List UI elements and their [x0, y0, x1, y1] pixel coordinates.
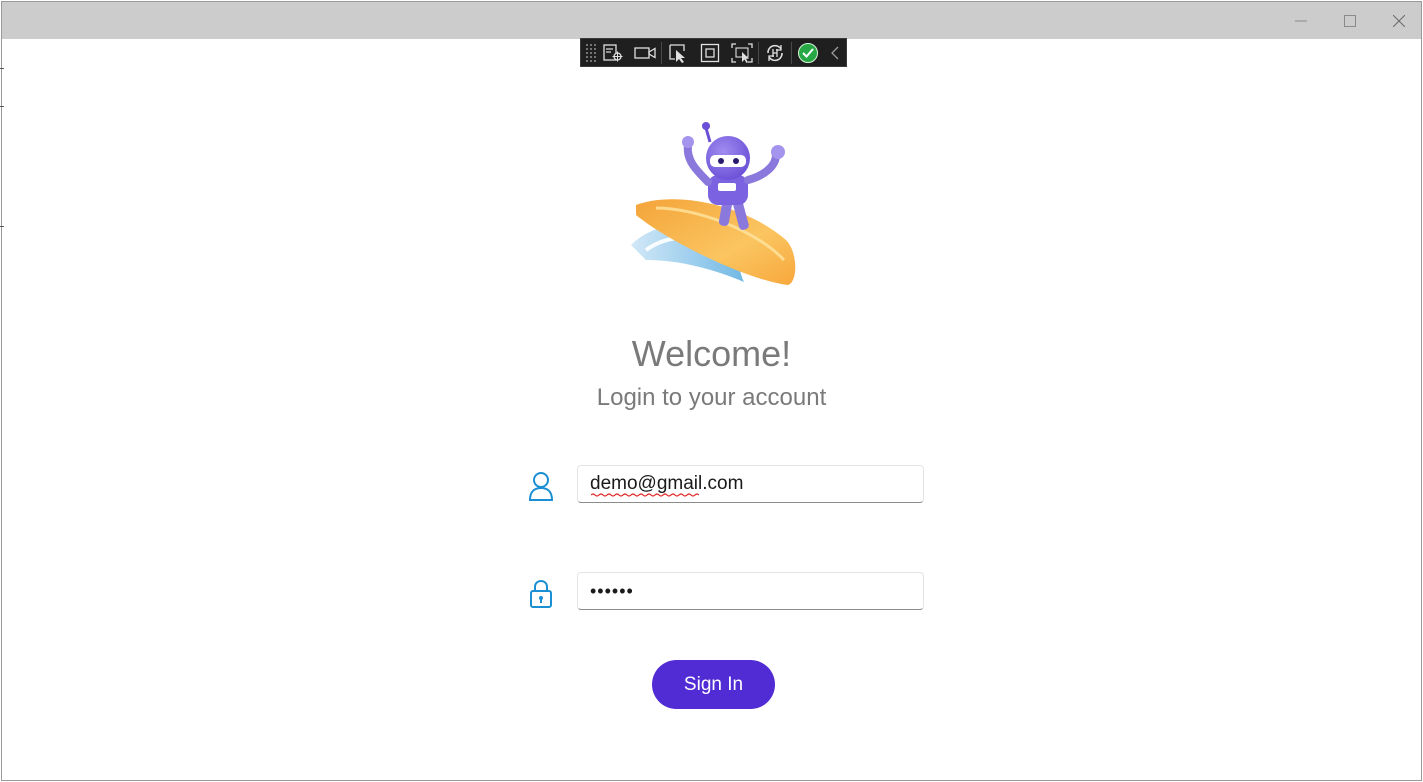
email-field[interactable]	[577, 465, 924, 503]
record-button[interactable]	[629, 39, 661, 66]
maximize-button[interactable]	[1325, 2, 1375, 39]
minimize-button[interactable]	[1276, 2, 1326, 39]
hot-reload-button[interactable]	[759, 39, 791, 66]
edge-mark	[0, 68, 4, 69]
dotnet-bot-logo	[631, 122, 796, 285]
live-visual-tree-button[interactable]	[597, 39, 629, 66]
title-bar[interactable]	[2, 2, 1421, 39]
display-layout-adorners-button[interactable]	[694, 39, 726, 66]
login-subtitle: Login to your account	[596, 384, 827, 411]
close-button[interactable]	[1374, 2, 1423, 39]
edge-mark	[0, 106, 4, 107]
status-button[interactable]	[792, 39, 824, 66]
minimize-icon	[1295, 20, 1307, 21]
edge-mark	[0, 226, 4, 227]
select-element-icon	[669, 43, 685, 63]
track-focus-button[interactable]	[726, 39, 758, 66]
sign-in-button[interactable]: Sign In	[652, 660, 775, 709]
close-icon	[1393, 14, 1405, 27]
hot-reload-icon	[767, 44, 783, 61]
spellcheck-underline	[591, 493, 699, 497]
user-icon	[528, 472, 554, 501]
password-input[interactable]	[578, 573, 923, 609]
xaml-debug-toolbar	[580, 38, 847, 67]
status-ok-icon	[798, 42, 818, 63]
toolbar-grip[interactable]	[585, 42, 597, 63]
collapse-chevron-icon	[831, 46, 839, 59]
lock-icon	[530, 579, 552, 608]
record-icon	[634, 46, 656, 59]
track-focus-icon	[731, 42, 753, 63]
welcome-title: Welcome!	[631, 333, 792, 374]
select-element-button[interactable]	[662, 39, 694, 66]
live-visual-tree-icon	[603, 43, 623, 61]
display-layout-adorners-icon	[700, 43, 720, 62]
maximize-icon	[1344, 14, 1356, 27]
collapse-toolbar-button[interactable]	[824, 39, 846, 66]
password-field[interactable]	[577, 572, 924, 610]
